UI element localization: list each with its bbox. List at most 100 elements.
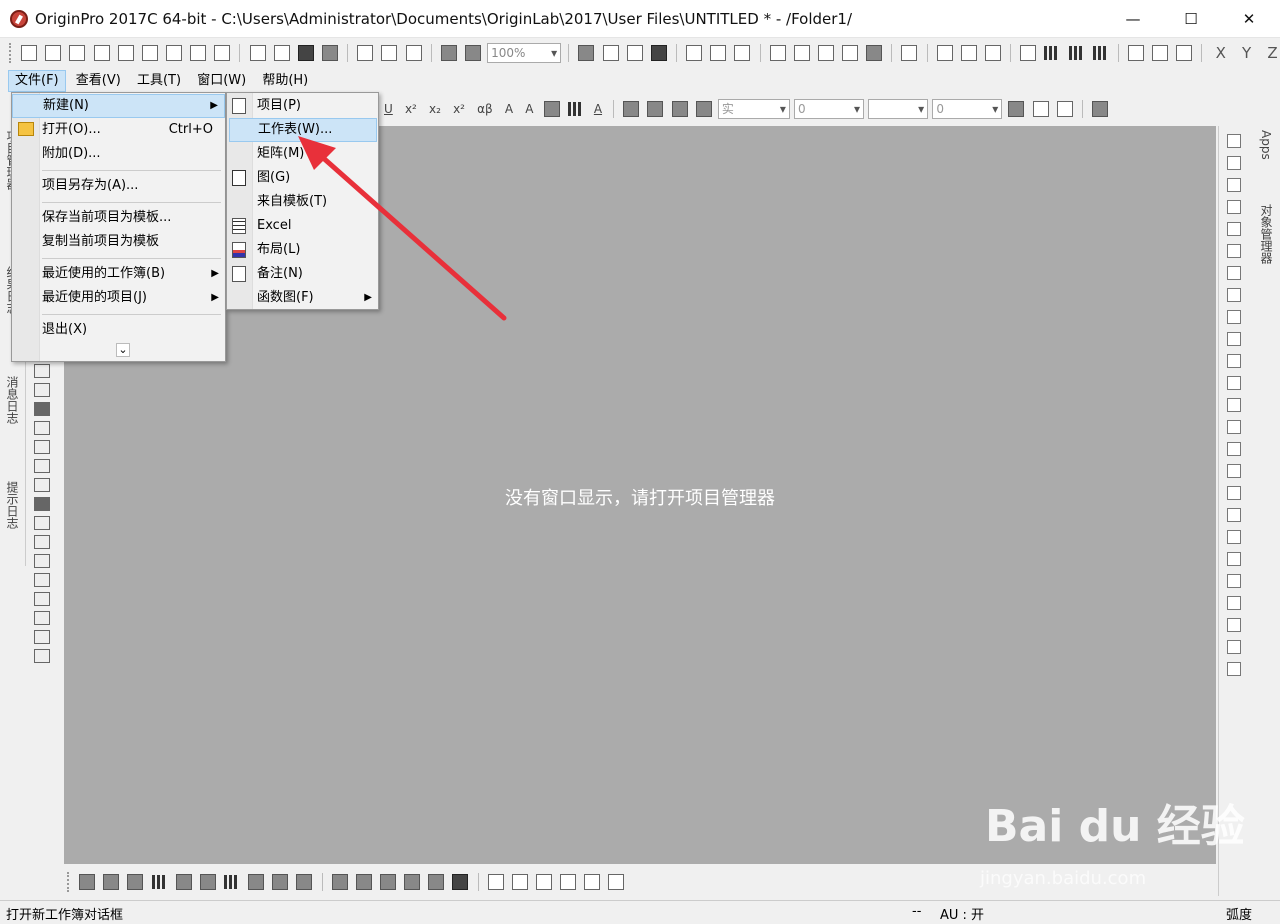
menu-item-append[interactable]: 附加(D)...: [12, 142, 225, 166]
graph-tool-16-icon[interactable]: [1227, 464, 1241, 478]
menu-tools[interactable]: 工具(T): [131, 70, 187, 92]
bar-chart-icon[interactable]: [1068, 46, 1085, 60]
close-button[interactable]: ✕: [1220, 0, 1278, 38]
set-x-button[interactable]: X: [1216, 44, 1226, 62]
set-y-button[interactable]: Y: [1242, 44, 1251, 62]
grid-icon[interactable]: [1032, 101, 1049, 117]
wireframe-plot-icon[interactable]: [428, 874, 445, 890]
heatmap-plot-icon[interactable]: [379, 874, 396, 890]
data-reader-icon[interactable]: [34, 611, 50, 625]
graph-tool-2-icon[interactable]: [1227, 156, 1241, 170]
pattern-icon[interactable]: [567, 102, 584, 116]
mask-icon[interactable]: [1092, 101, 1109, 117]
graph-tool-14-icon[interactable]: [1227, 420, 1241, 434]
graph-tool-15-icon[interactable]: [1227, 442, 1241, 456]
new-matrix-icon[interactable]: [117, 45, 134, 61]
refresh-icon[interactable]: [626, 45, 643, 61]
graph-tool-25-icon[interactable]: [1227, 662, 1241, 676]
stack-plot-icon[interactable]: [487, 874, 504, 890]
graph-tool-17-icon[interactable]: [1227, 486, 1241, 500]
graph-tool-18-icon[interactable]: [1227, 508, 1241, 522]
region-tool-icon[interactable]: [34, 630, 50, 644]
import-icon[interactable]: [357, 45, 374, 61]
open-folder-icon[interactable]: [249, 45, 266, 61]
line-width-field[interactable]: 0: [794, 99, 865, 119]
layer-icon[interactable]: [710, 45, 727, 61]
new-function-icon[interactable]: [141, 45, 158, 61]
3d-plot-icon[interactable]: [296, 874, 313, 890]
fill-color-icon[interactable]: [623, 101, 640, 117]
surface-plot-icon[interactable]: [331, 874, 348, 890]
circle-tool-icon[interactable]: [34, 535, 50, 549]
graph-tool-21-icon[interactable]: [1227, 574, 1241, 588]
line-symbol-plot-icon[interactable]: [127, 874, 144, 890]
menu-item-save-project-as[interactable]: 项目另存为(A)...: [12, 174, 225, 198]
graph-tool-10-icon[interactable]: [1227, 332, 1241, 346]
graph-tool-5-icon[interactable]: [1227, 222, 1241, 236]
code-icon[interactable]: [842, 45, 859, 61]
save-template-icon[interactable]: [321, 45, 338, 61]
histogram-plot-icon[interactable]: [223, 875, 240, 889]
command-window-icon[interactable]: [817, 45, 834, 61]
rectangle-tool-icon[interactable]: [34, 402, 50, 416]
graph-tool-19-icon[interactable]: [1227, 530, 1241, 544]
submenu-item-project[interactable]: 项目(P): [227, 94, 378, 118]
tab-hint-log[interactable]: 提示日志: [2, 481, 22, 561]
pie-plot-icon[interactable]: [248, 874, 265, 890]
new-layout-icon[interactable]: [165, 45, 182, 61]
graph-tool-4-icon[interactable]: [1227, 200, 1241, 214]
filter-icon[interactable]: [1128, 45, 1145, 61]
histogram-icon[interactable]: [1092, 46, 1109, 60]
decrease-font-button[interactable]: A: [525, 102, 533, 116]
import-wizard-icon[interactable]: [381, 45, 398, 61]
stat-plot-icon[interactable]: [272, 874, 289, 890]
line-color-icon[interactable]: [647, 101, 664, 117]
area-plot-icon[interactable]: [175, 874, 192, 890]
fill-pattern-icon[interactable]: [1008, 101, 1025, 117]
menu-item-exit[interactable]: 退出(X): [12, 318, 225, 342]
graph-tool-11-icon[interactable]: [1227, 354, 1241, 368]
greek-button[interactable]: αβ: [477, 102, 493, 116]
tab-message-log[interactable]: 消息日志: [2, 376, 22, 456]
graph-tool-1-icon[interactable]: [1227, 134, 1241, 148]
contour-plot-icon[interactable]: [355, 874, 372, 890]
graph-tool-7-icon[interactable]: [1227, 266, 1241, 280]
template-plot-icon[interactable]: [452, 874, 469, 890]
status-angle-unit[interactable]: 弧度: [1226, 904, 1252, 923]
filter-clear-icon[interactable]: [1152, 45, 1169, 61]
menu-help[interactable]: 帮助(H): [256, 70, 314, 92]
font-color-button[interactable]: A: [594, 102, 602, 116]
hand-tool-icon[interactable]: [34, 421, 50, 435]
text-tool-icon[interactable]: [34, 440, 50, 454]
new-notes-icon[interactable]: [214, 45, 231, 61]
menu-item-recent-projects[interactable]: 最近使用的项目(J) ▶: [12, 286, 225, 310]
object-tool-icon[interactable]: [34, 478, 50, 492]
image-tool-icon[interactable]: [34, 459, 50, 473]
graph-tool-9-icon[interactable]: [1227, 310, 1241, 324]
copy-page-icon[interactable]: [602, 45, 619, 61]
filter-disable-icon[interactable]: [1176, 45, 1193, 61]
statistics-icon[interactable]: [960, 45, 977, 61]
zoom-select[interactable]: 100%: [487, 43, 562, 63]
supsub-button[interactable]: x²: [453, 102, 465, 116]
results-log-icon[interactable]: [793, 45, 810, 61]
graph-tool-3-icon[interactable]: [1227, 178, 1241, 192]
vertical-panel-icon[interactable]: [560, 874, 577, 890]
project-explorer-icon[interactable]: [769, 45, 786, 61]
new-graph-icon[interactable]: [93, 45, 110, 61]
line-style-select[interactable]: 实: [717, 99, 790, 119]
minimize-button[interactable]: —: [1104, 0, 1162, 38]
set-z-button[interactable]: Z: [1267, 44, 1277, 62]
underline-button[interactable]: U: [384, 102, 393, 116]
pen-color-icon[interactable]: [671, 101, 688, 117]
table-icon[interactable]: [1056, 101, 1073, 117]
menu-file[interactable]: 文件(F): [8, 70, 66, 92]
superscript-button[interactable]: x²: [405, 102, 417, 116]
recalculate-icon[interactable]: [464, 45, 481, 61]
maximize-button[interactable]: ☐: [1162, 0, 1220, 38]
increase-font-button[interactable]: A: [505, 102, 513, 116]
sum-icon[interactable]: [936, 45, 953, 61]
column-chart-icon[interactable]: [1044, 46, 1061, 60]
graph-tool-8-icon[interactable]: [1227, 288, 1241, 302]
new-project-icon[interactable]: [21, 45, 38, 61]
